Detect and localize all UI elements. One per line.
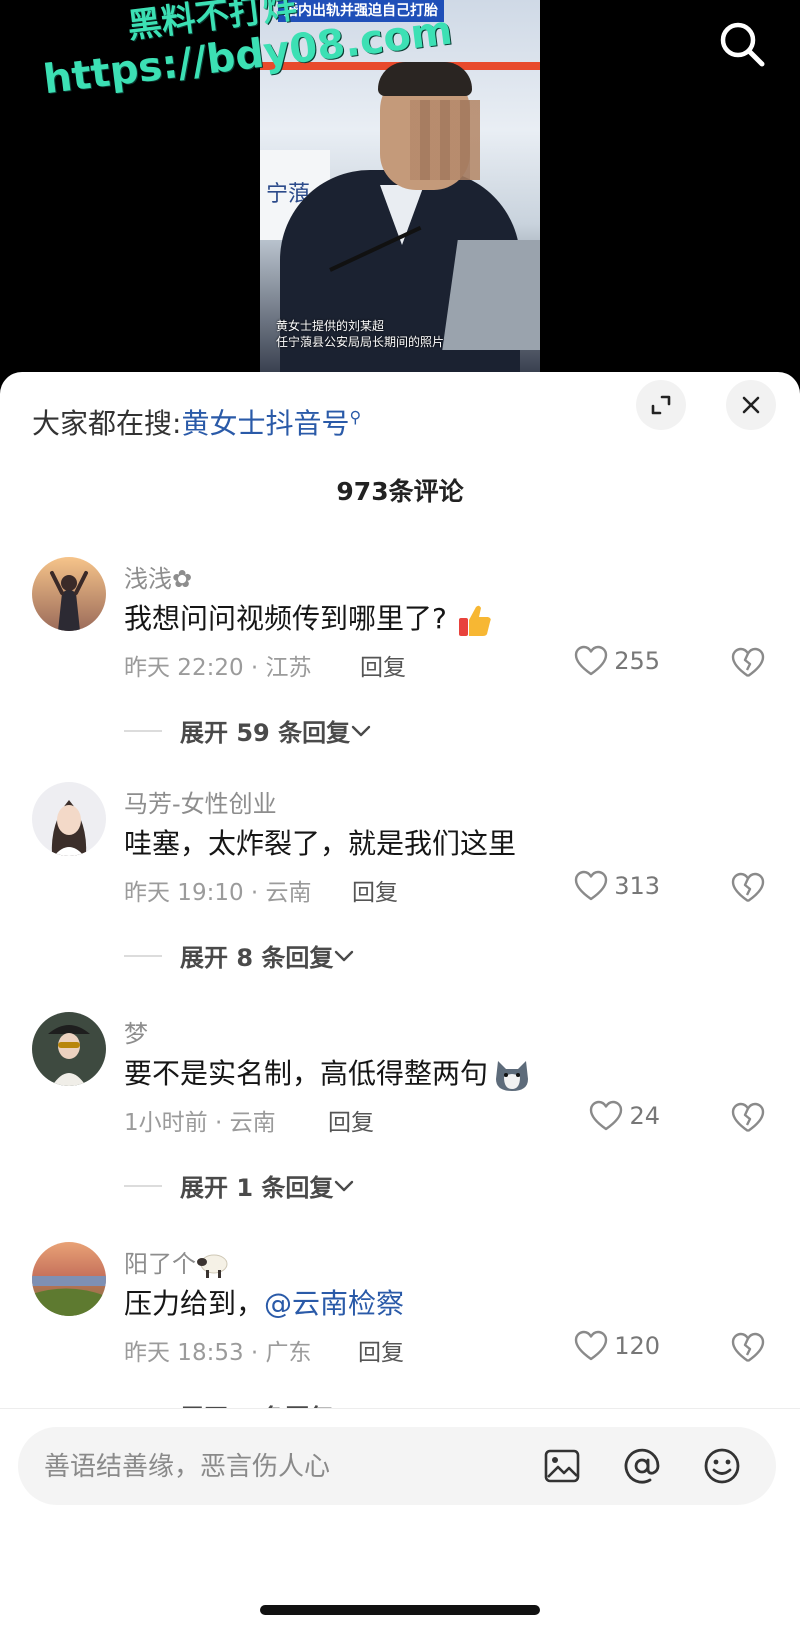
home-indicator[interactable] <box>260 1605 540 1615</box>
hot-search-query[interactable]: 黄女士抖音号 <box>181 407 349 440</box>
chevron-down-icon <box>335 1180 354 1191</box>
comment-username-text: 阳了个 <box>124 1250 196 1278</box>
comment-text-body: 哇塞，太炸裂了，就是我们这里 <box>124 827 517 860</box>
comment-username[interactable]: 阳了个 <box>124 1244 230 1280</box>
comment-item: 浅浅✿ 我想问问视频传到哪里了? 昨天 22:20 · 江苏 回复 255 展开… <box>0 557 800 782</box>
like-count: 24 <box>629 1102 660 1130</box>
comment-meta: 昨天 22:20 · 江苏 <box>124 655 312 681</box>
comment-meta: 昨天 19:10 · 云南 <box>124 880 312 906</box>
video-person-hair <box>378 62 472 96</box>
avatar[interactable] <box>32 782 106 856</box>
heart-icon <box>574 645 608 676</box>
at-icon[interactable] <box>622 1446 662 1486</box>
reply-button[interactable]: 回复 <box>352 873 398 907</box>
thumbs-up-emoji-icon <box>458 605 491 636</box>
comment-text: 我想问问视频传到哪里了? <box>124 597 493 638</box>
video-caption-line-1: 黄女士提供的刘某超 <box>276 319 385 333</box>
emoji-icon[interactable] <box>702 1446 742 1486</box>
comment-text-body: 压力给到， <box>124 1287 265 1320</box>
video-caption-line-2: 任宁蒗县公安局局长期间的照片 <box>276 335 445 349</box>
avatar-image <box>32 1242 106 1316</box>
chevron-down-icon <box>351 725 371 736</box>
reply-button[interactable]: 回复 <box>328 1103 374 1137</box>
mention-link[interactable]: @云南检察 <box>264 1287 404 1320</box>
reply-button[interactable]: 回复 <box>358 1333 404 1367</box>
broken-heart-icon[interactable] <box>730 1330 766 1366</box>
comment-meta: 1小时前 · 云南 <box>124 1110 276 1136</box>
expand-replies-label: 展开 8 条回复 <box>180 944 334 972</box>
comment-text-body: 要不是实名制，高低得整两句 <box>124 1057 489 1090</box>
broken-heart-icon[interactable] <box>730 645 766 681</box>
sheep-emoji-icon <box>197 1254 228 1278</box>
heart-icon <box>574 1330 608 1361</box>
comment-item: 马芳-女性创业 哇塞，太炸裂了，就是我们这里 昨天 19:10 · 云南 回复 … <box>0 782 800 1007</box>
video-caption-bottom: 黄女士提供的刘某超 任宁蒗县公安局局长期间的照片 <box>276 318 536 350</box>
expand-replies-label: 展开 1 条回复 <box>180 1174 334 1202</box>
expand-divider <box>124 729 162 732</box>
comment-text-body: 我想问问视频传到哪里了? <box>124 602 447 635</box>
dog-emoji-icon <box>496 1061 529 1091</box>
like-button[interactable]: 120 <box>574 1330 660 1362</box>
comment-input[interactable] <box>42 1427 506 1507</box>
comment-username[interactable]: 浅浅✿ <box>124 559 192 594</box>
expand-divider <box>124 1184 162 1187</box>
comment-text: 压力给到，@云南检察 <box>124 1282 404 1322</box>
close-button[interactable] <box>726 380 776 430</box>
close-icon <box>742 396 760 414</box>
like-count: 255 <box>614 647 660 675</box>
expand-sheet-button[interactable] <box>636 380 686 430</box>
expand-replies-button[interactable]: 展开 59 条回复 <box>124 713 372 748</box>
like-count: 313 <box>614 872 660 900</box>
reply-button[interactable]: 回复 <box>360 648 406 682</box>
expand-replies-label: 展开 59 条回复 <box>180 719 351 747</box>
search-icon <box>720 22 765 67</box>
small-search-icon: ⚲ <box>349 407 362 427</box>
avatar-image <box>32 782 106 856</box>
video-player[interactable]: 宁蒗 婚内出轨并强迫自己打胎 黄女士提供的刘某超 任宁蒗县公安局局长期间的照片 … <box>0 0 800 372</box>
comment-count: 973条评论 <box>336 477 464 506</box>
comment-meta: 昨天 18:53 · 广东 <box>124 1340 312 1366</box>
like-count: 120 <box>614 1332 660 1360</box>
app-root: 宁蒗 婚内出轨并强迫自己打胎 黄女士提供的刘某超 任宁蒗县公安局局长期间的照片 … <box>0 0 800 1635</box>
heart-icon <box>574 870 608 901</box>
chevron-down-icon <box>335 950 354 961</box>
avatar-image <box>32 1012 106 1086</box>
broken-heart-icon[interactable] <box>730 1100 766 1136</box>
expand-divider <box>124 954 162 957</box>
comments-sheet: 大家都在搜:黄女士抖音号⚲ 973条评论 浅浅✿ 我想问问视频传到哪里了? 昨天… <box>0 372 800 1635</box>
avatar-image <box>32 557 106 631</box>
broken-heart-icon[interactable] <box>730 870 766 906</box>
like-button[interactable]: 255 <box>574 645 660 677</box>
video-face-mosaic <box>410 100 480 180</box>
hot-search-bar[interactable]: 大家都在搜:黄女士抖音号⚲ <box>32 402 361 442</box>
avatar[interactable] <box>32 1012 106 1086</box>
search-button[interactable] <box>716 18 768 70</box>
like-button[interactable]: 313 <box>574 870 660 902</box>
comment-username[interactable]: 梦 <box>124 1014 148 1049</box>
image-icon[interactable] <box>542 1446 582 1486</box>
comment-username[interactable]: 马芳-女性创业 <box>124 784 277 819</box>
expand-icon <box>651 395 671 415</box>
expand-replies-button[interactable]: 展开 8 条回复 <box>124 938 355 973</box>
hot-search-prefix: 大家都在搜: <box>32 407 182 440</box>
comment-text: 哇塞，太炸裂了，就是我们这里 <box>124 822 516 862</box>
avatar[interactable] <box>32 1242 106 1316</box>
heart-icon <box>590 1100 623 1131</box>
expand-replies-button[interactable]: 展开 1 条回复 <box>124 1168 355 1203</box>
comment-text: 要不是实名制，高低得整两句 <box>124 1052 532 1093</box>
avatar[interactable] <box>32 557 106 631</box>
comment-input-bar <box>0 1408 800 1635</box>
comment-input-container <box>18 1427 776 1507</box>
like-button[interactable]: 24 <box>589 1100 660 1132</box>
comment-item: 梦 要不是实名制，高低得整两句 1小时前 · 云南 回复 24 展开 1 条回复 <box>0 1012 800 1237</box>
